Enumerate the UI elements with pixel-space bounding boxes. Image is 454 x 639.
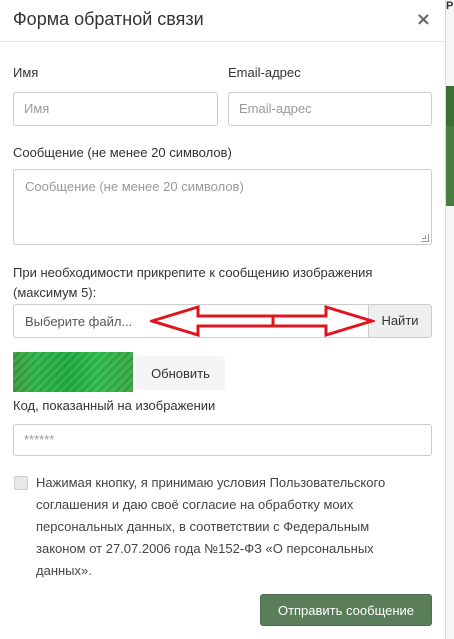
email-placeholder: Email-адрес bbox=[239, 101, 312, 116]
consent-line: законом от 27.07.2006 года №152-ФЗ «О пе… bbox=[36, 541, 374, 556]
captcha-placeholder: ****** bbox=[24, 432, 55, 447]
refresh-captcha-button[interactable]: Обновить bbox=[136, 356, 225, 390]
name-input[interactable]: Имя bbox=[13, 92, 218, 126]
name-label: Имя bbox=[13, 65, 39, 80]
background-page-strip: Р bbox=[446, 0, 454, 639]
name-placeholder: Имя bbox=[24, 101, 50, 116]
resize-handle-icon[interactable] bbox=[421, 234, 429, 242]
message-textarea[interactable]: Сообщение (не менее 20 символов) bbox=[13, 169, 432, 245]
find-button[interactable]: Найти bbox=[368, 305, 431, 337]
background-green-block bbox=[446, 86, 454, 126]
captcha-image bbox=[13, 352, 133, 392]
consent-checkbox[interactable] bbox=[14, 476, 28, 490]
message-placeholder: Сообщение (не менее 20 символов) bbox=[25, 179, 244, 194]
submit-button[interactable]: Отправить сообщение bbox=[260, 594, 432, 626]
background-page-text: Р bbox=[446, 0, 454, 12]
consent-line: соглашения и даю своё согласие на обрабо… bbox=[36, 497, 354, 512]
consent-line: Нажимая кнопку, я принимаю условия Польз… bbox=[36, 475, 386, 490]
message-label: Сообщение (не менее 20 символов) bbox=[13, 145, 232, 160]
consent-line: персональных данных, в соответствии с Фе… bbox=[36, 519, 370, 534]
modal-header: Форма обратной связи × bbox=[0, 0, 445, 42]
consent-line: данных». bbox=[36, 563, 92, 578]
background-green-block bbox=[446, 126, 454, 206]
modal-title: Форма обратной связи bbox=[13, 9, 204, 29]
file-placeholder: Выберите файл... bbox=[25, 314, 133, 329]
attach-label-max: (максимум 5): bbox=[13, 285, 97, 300]
captcha-input[interactable]: ****** bbox=[13, 424, 432, 456]
attach-label: При необходимости прикрепите к сообщению… bbox=[13, 265, 373, 280]
email-label: Email-адрес bbox=[228, 65, 301, 80]
consent-text: Нажимая кнопку, я принимаю условия Польз… bbox=[36, 472, 431, 582]
email-input[interactable]: Email-адрес bbox=[228, 92, 432, 126]
double-arrow-annotation-icon bbox=[150, 304, 375, 338]
close-button[interactable]: × bbox=[416, 9, 431, 30]
feedback-modal: Форма обратной связи × Имя Имя Email-адр… bbox=[0, 0, 446, 639]
captcha-label: Код, показанный на изображении bbox=[13, 398, 216, 413]
